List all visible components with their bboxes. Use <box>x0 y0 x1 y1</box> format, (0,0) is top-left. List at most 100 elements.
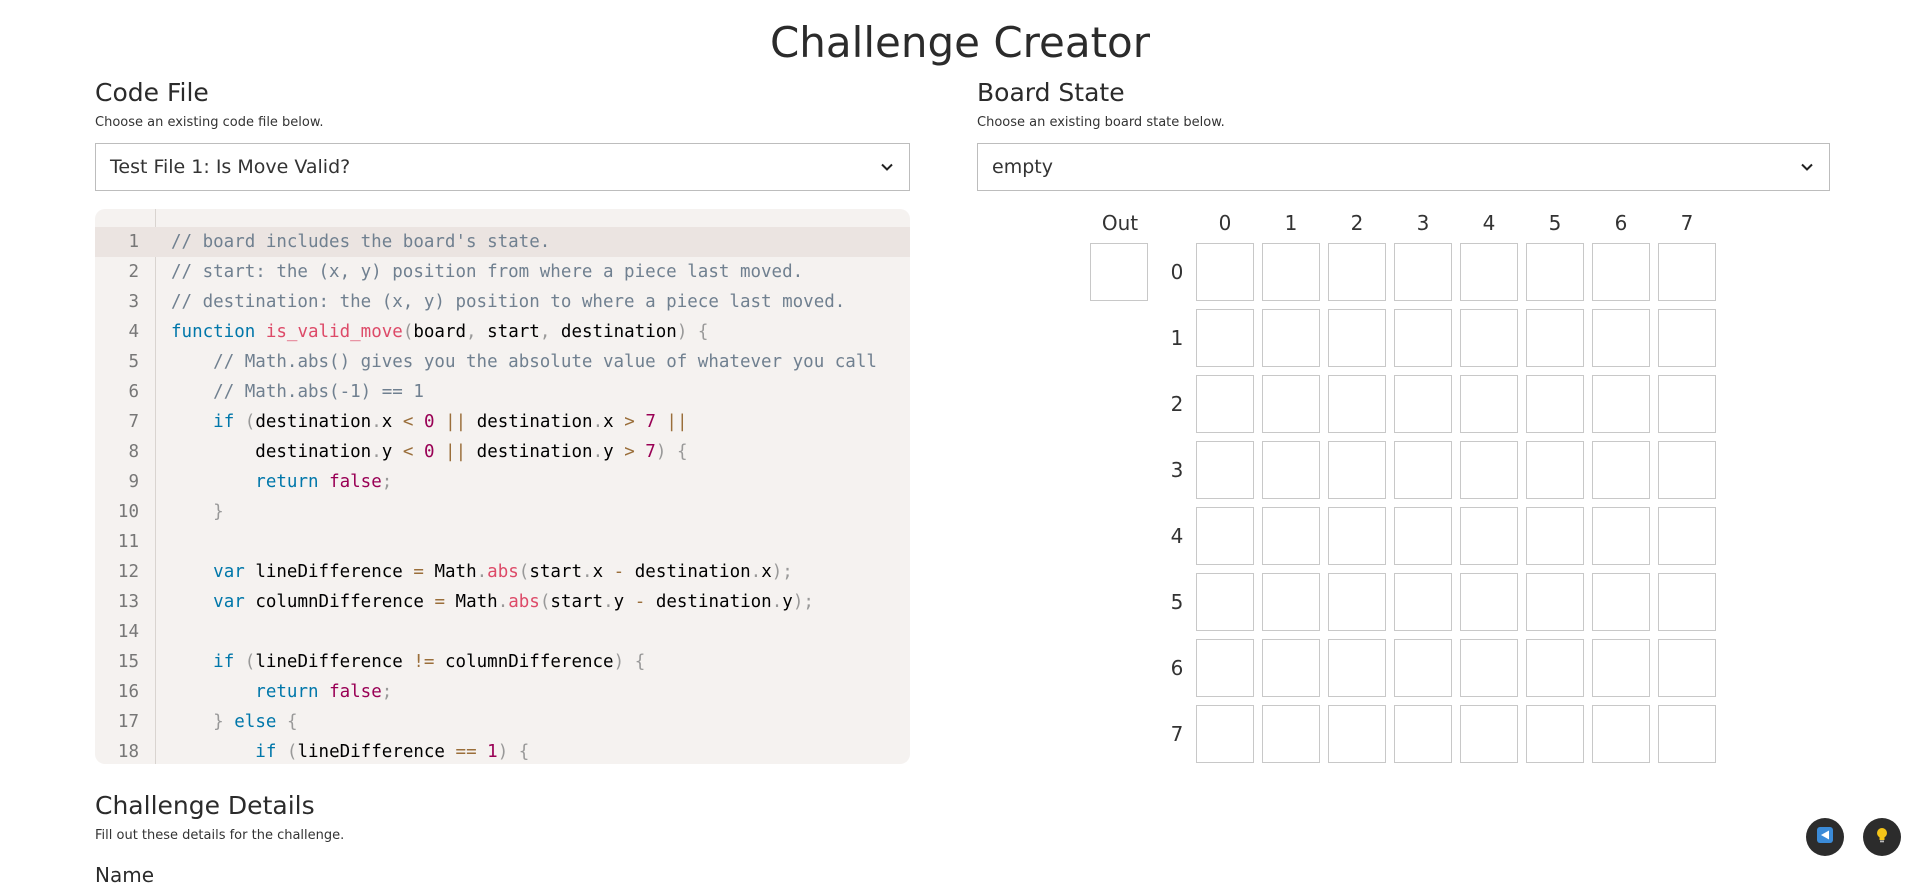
code-line: 11 <box>95 527 910 557</box>
out-cell[interactable] <box>1090 243 1148 301</box>
board-cell[interactable] <box>1460 309 1518 367</box>
code-line: 6 // Math.abs(-1) == 1 <box>95 377 910 407</box>
code-text: var lineDifference = Math.abs(start.x - … <box>213 562 793 582</box>
board-cell[interactable] <box>1328 507 1386 565</box>
send-icon <box>1816 826 1834 848</box>
board-cell[interactable] <box>1460 375 1518 433</box>
board-cell[interactable] <box>1592 639 1650 697</box>
board-cell[interactable] <box>1658 441 1716 499</box>
board-cell[interactable] <box>1460 441 1518 499</box>
board-cell[interactable] <box>1592 309 1650 367</box>
board-cell[interactable] <box>1196 441 1254 499</box>
board-cell[interactable] <box>1328 375 1386 433</box>
board-cell[interactable] <box>1658 573 1716 631</box>
board-cell[interactable] <box>1262 507 1320 565</box>
code-line: 12 var lineDifference = Math.abs(start.x… <box>95 557 910 587</box>
chevron-down-icon <box>1799 159 1815 175</box>
board-cell[interactable] <box>1328 243 1386 301</box>
column-label: 5 <box>1548 211 1562 235</box>
board-cell[interactable] <box>1262 243 1320 301</box>
board-cell[interactable] <box>1658 309 1716 367</box>
board-cell[interactable] <box>1658 243 1716 301</box>
board-cell[interactable] <box>1592 375 1650 433</box>
board-cell[interactable] <box>1262 375 1320 433</box>
out-label: Out <box>1101 211 1139 235</box>
code-file-select-value: Test File 1: Is Move Valid? <box>110 156 351 178</box>
lightbulb-icon <box>1873 826 1891 848</box>
board-cell[interactable] <box>1394 375 1452 433</box>
code-line: 17 } else { <box>95 707 910 737</box>
board-cell[interactable] <box>1394 639 1452 697</box>
board-cell[interactable] <box>1460 573 1518 631</box>
board-state-title: Board State <box>977 78 1125 107</box>
line-number: 17 <box>117 712 139 732</box>
code-line: 13 var columnDifference = Math.abs(start… <box>95 587 910 617</box>
board-cell[interactable] <box>1526 441 1584 499</box>
board-cell[interactable] <box>1328 639 1386 697</box>
board-cell[interactable] <box>1592 507 1650 565</box>
hint-button[interactable] <box>1863 818 1901 856</box>
board-cell[interactable] <box>1592 243 1650 301</box>
board-cell[interactable] <box>1526 639 1584 697</box>
board-cell[interactable] <box>1196 243 1254 301</box>
row-label: 1 <box>1170 326 1184 350</box>
code-editor[interactable]: 1 // board includes the board's state. 2 //… <box>95 209 910 764</box>
code-text: // Math.abs(-1) == 1 <box>213 382 424 402</box>
board-cell[interactable] <box>1262 639 1320 697</box>
code-line: 1 // board includes the board's state. <box>95 227 910 257</box>
board-cell[interactable] <box>1196 507 1254 565</box>
board-cell[interactable] <box>1526 309 1584 367</box>
board-cell[interactable] <box>1592 705 1650 763</box>
line-number: 2 <box>128 262 139 282</box>
board-cell[interactable] <box>1394 705 1452 763</box>
board-state-select[interactable]: empty <box>977 143 1830 191</box>
line-number: 11 <box>117 532 139 552</box>
board-cell[interactable] <box>1526 243 1584 301</box>
code-line: 3 // destination: the (x, y) position to … <box>95 287 910 317</box>
board-cell[interactable] <box>1394 507 1452 565</box>
board-cell[interactable] <box>1460 243 1518 301</box>
board-cell[interactable] <box>1526 375 1584 433</box>
line-number: 16 <box>117 682 139 702</box>
board-cell[interactable] <box>1328 309 1386 367</box>
board-cell[interactable] <box>1526 705 1584 763</box>
board-cell[interactable] <box>1328 705 1386 763</box>
board-cell[interactable] <box>1592 573 1650 631</box>
board-cell[interactable] <box>1196 705 1254 763</box>
board-cell[interactable] <box>1658 375 1716 433</box>
name-label: Name <box>95 863 155 887</box>
line-number: 4 <box>128 322 139 342</box>
board-cell[interactable] <box>1592 441 1650 499</box>
line-number: 1 <box>128 232 139 252</box>
board-cell[interactable] <box>1196 639 1254 697</box>
board-cell[interactable] <box>1460 639 1518 697</box>
board-cell[interactable] <box>1394 573 1452 631</box>
board-cell[interactable] <box>1526 507 1584 565</box>
board-cell[interactable] <box>1328 441 1386 499</box>
board-cell[interactable] <box>1658 705 1716 763</box>
board-cell[interactable] <box>1460 705 1518 763</box>
column-label: 0 <box>1218 211 1232 235</box>
board-cell[interactable] <box>1262 441 1320 499</box>
board-cell[interactable] <box>1262 309 1320 367</box>
board-cell[interactable] <box>1328 573 1386 631</box>
board-cell[interactable] <box>1658 507 1716 565</box>
board-cell[interactable] <box>1394 243 1452 301</box>
code-text: return false; <box>255 472 393 492</box>
code-line: 2 // start: the (x, y) position from wher… <box>95 257 910 287</box>
board-cell[interactable] <box>1526 573 1584 631</box>
board-cell[interactable] <box>1196 573 1254 631</box>
board-cell[interactable] <box>1394 441 1452 499</box>
board-cell[interactable] <box>1394 309 1452 367</box>
board-cell[interactable] <box>1196 375 1254 433</box>
code-file-select[interactable]: Test File 1: Is Move Valid? <box>95 143 910 191</box>
board-cell[interactable] <box>1658 639 1716 697</box>
board-cell[interactable] <box>1460 507 1518 565</box>
board-cell[interactable] <box>1262 573 1320 631</box>
line-number: 3 <box>128 292 139 312</box>
column-label: 4 <box>1482 211 1496 235</box>
board-cell[interactable] <box>1196 309 1254 367</box>
send-button[interactable] <box>1806 818 1844 856</box>
code-text: function is_valid_move(board, start, des… <box>171 322 709 342</box>
board-cell[interactable] <box>1262 705 1320 763</box>
